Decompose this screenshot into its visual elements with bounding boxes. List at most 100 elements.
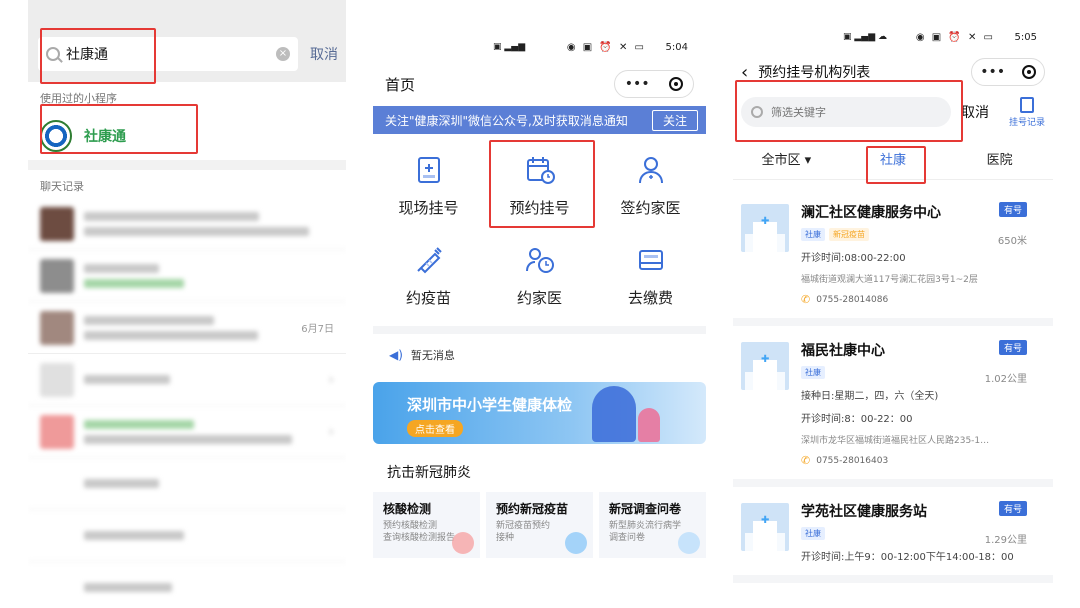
follow-banner: 关注"健康深圳"微信公众号,及时获取消息通知 关注 <box>373 106 706 134</box>
search-box[interactable] <box>741 97 951 127</box>
availability-badge: 有号 <box>998 340 1027 355</box>
opening-hours: 开诊时间:上午9：00-12:00下午14:00-18：00 <box>801 552 1014 563</box>
mini-program-name: 社康通 <box>84 129 126 145</box>
institution-item[interactable]: ✚ 澜汇社区健康服务中心 有号 社康 新冠疫苗 650米 开诊时间:08:00-… <box>733 188 1053 326</box>
vaccine-icon <box>565 532 587 554</box>
wallet-icon <box>638 249 663 270</box>
institution-item[interactable]: ✚ 学苑社区健康服务站 有号 社康 1.29公里 开诊时间:上午9：00-12:… <box>733 487 1053 583</box>
health-check-banner[interactable]: 深圳市中小学生健康体检 点击查看 <box>373 382 706 444</box>
avatar <box>40 258 74 293</box>
filter-tabs: 全市区 ▾ 社康 医院 <box>733 146 1053 180</box>
filter-all-districts[interactable]: 全市区 ▾ <box>733 146 840 179</box>
record-label: 挂号记录 <box>1008 117 1045 128</box>
more-icon[interactable]: ••• <box>625 76 650 92</box>
cancel-button[interactable]: 取消 <box>310 44 338 64</box>
tile-onsite-registration[interactable]: 现场挂号 <box>373 140 484 230</box>
chat-item[interactable]: › <box>28 354 346 406</box>
shekangtong-home-panel: ▣ ▂▄▆ ◉ ▣ ⏰ ✕ ▭ 5:04 首页 ••• 关注"健康深圳"微信公众… <box>373 0 706 608</box>
tag: 社康 <box>801 366 825 379</box>
divider <box>373 326 706 334</box>
tile-sign-family-doctor[interactable]: 签约家医 <box>595 140 706 230</box>
filter-hospital[interactable]: 医院 <box>946 146 1053 179</box>
search-row: 取消 挂号记录 <box>733 94 1053 130</box>
page-title: 首页 <box>385 75 416 94</box>
section-title: 抗击新冠肺炎 <box>387 465 471 481</box>
back-icon[interactable]: ‹ <box>741 62 748 83</box>
tile-label: 约疫苗 <box>405 288 451 307</box>
chat-item[interactable] <box>28 198 346 250</box>
close-target-icon[interactable] <box>669 77 684 91</box>
phone[interactable]: ✆ 0755-28014086 <box>801 293 1039 306</box>
chat-item[interactable]: 6月7日 <box>28 302 346 354</box>
vaccination-days: 接种日:星期二，四，六（全天) <box>801 391 939 402</box>
card-nucleic-test[interactable]: 核酸检测 预约核酸检测 查询核酸检测报告 <box>373 492 480 558</box>
tile-appointment-registration[interactable]: 预约挂号 <box>484 140 595 230</box>
cancel-button[interactable]: 取消 <box>961 102 989 122</box>
doctor-illustration <box>592 386 636 442</box>
chat-date: 6月7日 <box>301 324 334 335</box>
status-time: 5:04 <box>665 42 688 53</box>
phone[interactable]: ✆ 0755-28016403 <box>801 454 1039 467</box>
mini-program-capsule: ••• <box>614 70 694 98</box>
hero-view-button[interactable]: 点击查看 <box>407 420 463 437</box>
building-icon <box>678 532 700 554</box>
chat-item[interactable] <box>28 510 346 562</box>
syringe-icon <box>416 246 442 273</box>
tile-label: 现场挂号 <box>398 198 459 217</box>
building-icon: ✚ <box>741 503 789 551</box>
hospital-card-icon <box>417 156 440 183</box>
card-covid-vaccine[interactable]: 预约新冠疫苗 新冠疫苗预约 接种 <box>486 492 593 558</box>
mini-program-capsule: ••• <box>971 58 1045 86</box>
institution-list-panel: ▣ ▂▄▆ ☁ ◉ ▣ ⏰ ✕ ▭ 5:05 ‹ 预约挂号机构列表 ••• 取消… <box>733 0 1053 608</box>
distance: 1.02公里 <box>984 374 1027 385</box>
chat-item[interactable] <box>28 250 346 302</box>
follow-button[interactable]: 关注 <box>651 109 698 131</box>
availability-badge: 有号 <box>998 202 1027 217</box>
registration-record-button[interactable]: 挂号记录 <box>1008 96 1045 128</box>
tile-label: 去缴费 <box>627 288 673 307</box>
mini-program-result[interactable]: 社康通 <box>28 112 346 160</box>
divider <box>28 160 346 170</box>
building-icon: ✚ <box>741 204 789 252</box>
avatar <box>40 414 74 449</box>
virus-icon <box>452 532 474 554</box>
address: 福城街道观澜大道117号澜汇花园3号1~2层 <box>801 275 978 285</box>
notice-text: 暂无消息 <box>410 349 455 362</box>
opening-hours: 开诊时间:8：00-22：00 <box>801 414 913 425</box>
chat-item[interactable] <box>28 562 346 608</box>
distance: 650米 <box>997 236 1027 247</box>
filter-community-health[interactable]: 社康 <box>840 146 947 179</box>
tile-label: 约家医 <box>516 288 562 307</box>
distance: 1.29公里 <box>984 535 1027 546</box>
tile-book-family-doctor[interactable]: 约家医 <box>484 230 595 320</box>
tag: 社康 <box>801 527 825 540</box>
more-icon[interactable]: ••• <box>980 64 1005 80</box>
status-bar <box>28 0 346 26</box>
address: 深圳市龙华区福城街道福民社区人民路235-1… <box>801 436 990 446</box>
close-target-icon[interactable] <box>1021 65 1036 79</box>
tile-pay-fees[interactable]: 去缴费 <box>595 230 706 320</box>
search-icon <box>46 47 60 61</box>
search-box[interactable]: × <box>38 37 298 71</box>
status-bar: ▣ ▂▄▆ ☁ ◉ ▣ ⏰ ✕ ▭ 5:05 <box>733 0 1053 62</box>
search-input[interactable] <box>66 46 276 62</box>
banner-text: 关注"健康深圳"微信公众号,及时获取消息通知 <box>385 113 628 128</box>
shekangtong-logo-icon <box>40 120 72 152</box>
chevron-right-icon: › <box>328 423 334 440</box>
clear-icon[interactable]: × <box>276 47 290 61</box>
search-icon <box>751 106 763 118</box>
used-mini-programs-title: 使用过的小程序 <box>28 82 346 112</box>
phone-icon: ✆ <box>801 454 811 467</box>
tile-label: 签约家医 <box>620 198 681 217</box>
phone-icon: ✆ <box>801 293 811 306</box>
avatar <box>40 310 74 345</box>
chat-item[interactable] <box>28 458 346 510</box>
tile-book-vaccine[interactable]: 约疫苗 <box>373 230 484 320</box>
card-covid-survey[interactable]: 新冠调查问卷 新型肺炎流行病学 调查问卷 <box>599 492 706 558</box>
notice-bar[interactable]: ◀) 暂无消息 <box>373 334 706 376</box>
chat-item[interactable]: › <box>28 406 346 458</box>
institution-item[interactable]: ✚ 福民社康中心 有号 社康 1.02公里 接种日:星期二，四，六（全天) 开诊… <box>733 326 1053 487</box>
keyword-search-input[interactable] <box>771 105 921 119</box>
card-title: 新冠调查问卷 <box>609 502 682 516</box>
opening-hours: 开诊时间:08:00-22:00 <box>801 253 906 264</box>
